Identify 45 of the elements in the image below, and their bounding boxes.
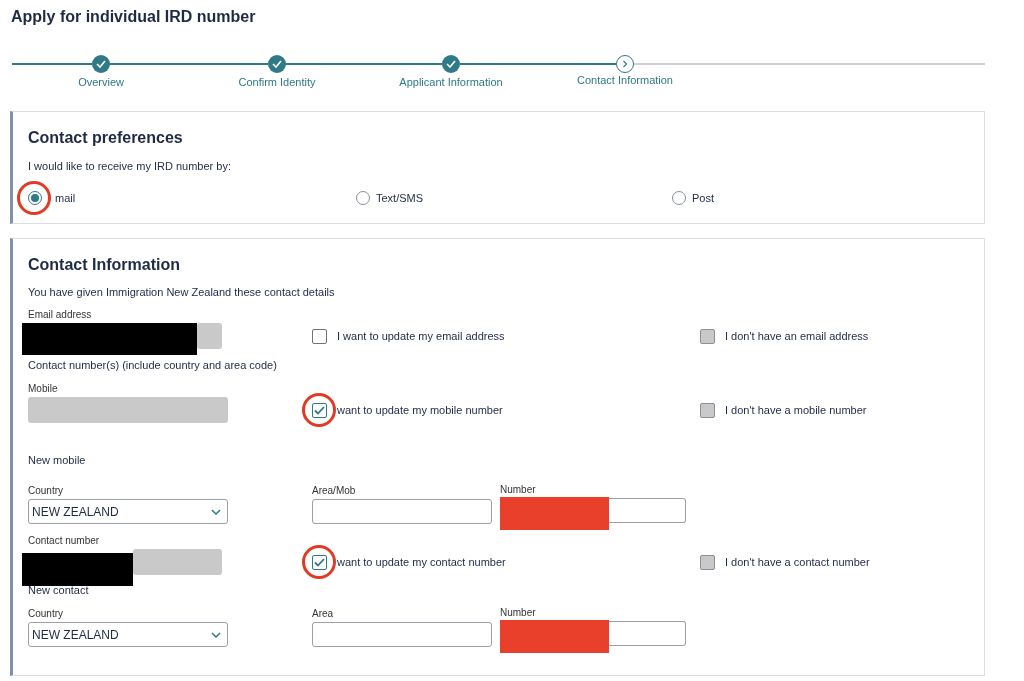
radio-button[interactable] [28, 191, 42, 205]
field-label: Contact number [28, 535, 101, 546]
checkbox-label: I want to update my email address [337, 330, 505, 342]
readonly-field [197, 323, 222, 349]
chevron-icon [211, 631, 221, 638]
field-label: Number [500, 484, 537, 495]
checkbox-label: I don't have a mobile number [725, 404, 867, 416]
step-label[interactable]: Confirm Identity [238, 76, 316, 88]
field-label: Mobile [28, 383, 59, 394]
field-label: Country [28, 485, 64, 496]
radio-button[interactable] [672, 191, 686, 205]
subheading: New contact [28, 584, 89, 596]
field-label: Area [312, 608, 335, 619]
checkbox-label: I don't have an email address [725, 330, 869, 342]
step-label[interactable]: Contact Information [577, 74, 673, 86]
radio-option[interactable]: Text/SMS [356, 191, 424, 205]
checkbox[interactable] [312, 402, 327, 418]
field-label: Number [500, 607, 537, 618]
section-label: Contact number(s) (include country and area code) [28, 359, 277, 371]
radio-option[interactable]: Post [672, 191, 714, 205]
number-input[interactable] [609, 498, 686, 523]
prompt-text: I would like to receive my IRD number by: [28, 160, 231, 172]
subheading: New mobile [28, 454, 86, 466]
country-select[interactable]: NEW ZEALAND [28, 499, 228, 524]
step-label[interactable]: Applicant Information [399, 76, 503, 88]
field-label: Country [28, 608, 64, 619]
checkbox-label: I don't have a contact number [725, 556, 870, 568]
area-input[interactable] [312, 622, 492, 647]
intro-text: You have given Immigration New Zealand these contact details [28, 286, 335, 298]
section-heading: Contact preferences [28, 129, 184, 148]
section-heading: Contact Information [28, 256, 181, 275]
number-input[interactable] [609, 621, 686, 646]
field-label: Area/Mob [312, 485, 357, 496]
checkbox-label: want to update my contact number [337, 556, 506, 568]
field-label: Email address [28, 309, 93, 320]
checkbox-label: want to update my mobile number [337, 404, 503, 416]
area-input[interactable] [312, 499, 492, 524]
page-title: Apply for individual IRD number [11, 8, 256, 27]
checkbox[interactable] [312, 328, 327, 344]
radio-button[interactable] [356, 191, 370, 205]
chevron-icon [211, 508, 221, 515]
country-select[interactable]: NEW ZEALAND [28, 622, 228, 647]
radio-option[interactable]: mail [28, 191, 76, 205]
checkbox[interactable] [312, 554, 327, 570]
step-label[interactable]: Overview [78, 76, 124, 88]
